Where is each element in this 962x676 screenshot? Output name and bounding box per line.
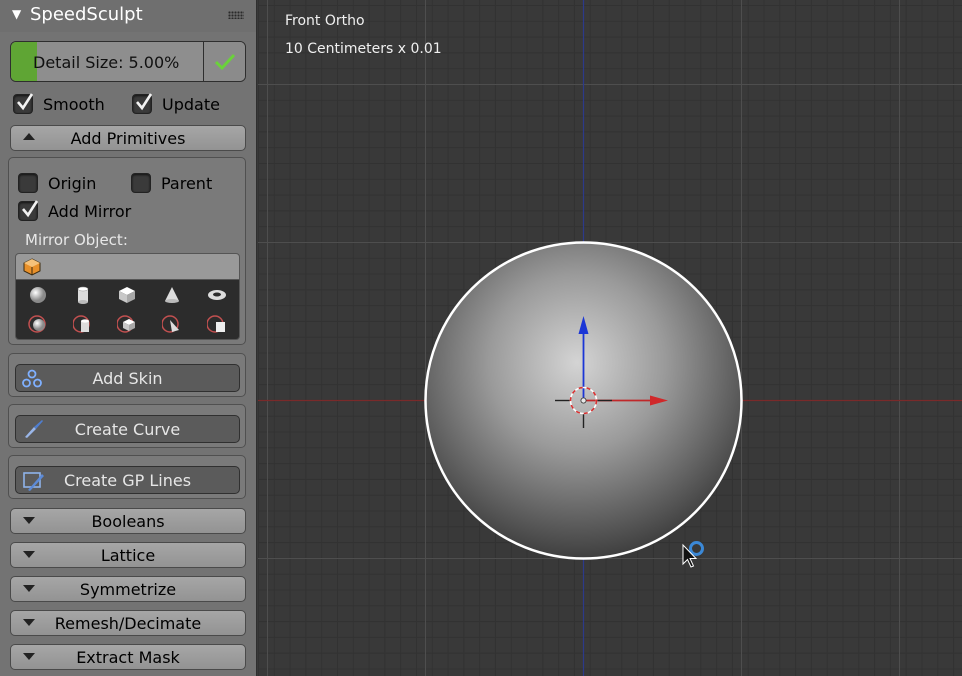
grid-scale-label: 10 Centimeters x 0.01 — [285, 41, 442, 57]
primitive-icon-grid — [15, 280, 240, 340]
section-booleans[interactable]: Booleans — [10, 508, 246, 534]
checkbox-box[interactable] — [13, 93, 34, 114]
confirm-detail-button[interactable] — [203, 42, 245, 81]
triangle-down-icon[interactable]: ▼ — [12, 7, 21, 21]
cube-icon[interactable] — [105, 280, 150, 310]
checkmark-icon — [214, 53, 236, 71]
section-label: Symmetrize — [79, 580, 177, 599]
add-skin-button[interactable]: Add Skin — [15, 364, 240, 392]
sphere-mirror-icon[interactable] — [16, 310, 61, 340]
section-label: Remesh/Decimate — [54, 614, 202, 633]
section-lattice[interactable]: Lattice — [10, 542, 246, 568]
checkbox-box[interactable] — [132, 93, 153, 114]
section-label: Lattice — [100, 546, 156, 565]
cone-icon[interactable] — [150, 280, 195, 310]
origin-label: Origin — [48, 173, 97, 193]
cube-object-icon — [23, 258, 41, 276]
create-gp-lines-button[interactable]: Create GP Lines — [15, 466, 240, 494]
sphere-icon[interactable] — [16, 280, 61, 310]
checkmark-icon — [136, 93, 153, 111]
smooth-label: Smooth — [43, 94, 105, 114]
update-label: Update — [162, 94, 220, 114]
cylinder-mirror-icon[interactable] — [61, 310, 106, 340]
section-remesh-decimate[interactable]: Remesh/Decimate — [10, 610, 246, 636]
checkbox-box[interactable] — [18, 173, 38, 193]
drag-grip-icon[interactable] — [228, 11, 244, 19]
smooth-checkbox[interactable]: Smooth — [13, 93, 105, 114]
cube-mirror-icon[interactable] — [105, 310, 150, 340]
cone-mirror-icon[interactable] — [150, 310, 195, 340]
view-name-label: Front Ortho — [285, 13, 365, 29]
3d-viewport[interactable]: Front Ortho 10 Centimeters x 0.01 — [258, 0, 962, 676]
checkmark-icon — [22, 200, 39, 218]
speedsculpt-panel: ▼ SpeedSculpt Detail Size: 5.00% Smooth … — [0, 0, 257, 676]
origin-checkbox[interactable]: Origin — [18, 173, 96, 193]
section-label: Extract Mask — [76, 648, 180, 667]
checkbox-box[interactable] — [18, 200, 39, 221]
mirror-object-field[interactable] — [15, 253, 240, 280]
cylinder-icon[interactable] — [61, 280, 106, 310]
panel-title: SpeedSculpt — [30, 4, 143, 25]
section-symmetrize[interactable]: Symmetrize — [10, 576, 246, 602]
detail-size-label: Detail Size: 5.00% — [33, 53, 180, 72]
parent-label: Parent — [161, 173, 213, 193]
add-mirror-checkbox[interactable]: Add Mirror — [18, 200, 132, 221]
panel-header[interactable]: ▼ SpeedSculpt — [0, 0, 256, 32]
viewport-canvas[interactable] — [258, 0, 962, 676]
add-primitives-label: Add Primitives — [70, 129, 186, 148]
plane-mirror-icon[interactable] — [194, 310, 239, 340]
torus-icon[interactable] — [194, 280, 239, 310]
add-mirror-label: Add Mirror — [48, 201, 132, 221]
create-curve-button[interactable]: Create Curve — [15, 415, 240, 443]
create-curve-label: Create Curve — [74, 420, 181, 439]
create-gp-lines-label: Create GP Lines — [63, 471, 192, 490]
parent-checkbox[interactable]: Parent — [131, 173, 212, 193]
detail-size-slider[interactable]: Detail Size: 5.00% — [10, 41, 246, 82]
checkbox-box[interactable] — [131, 173, 151, 193]
mirror-object-label: Mirror Object: — [25, 231, 128, 249]
checkmark-icon — [17, 93, 34, 111]
add-primitives-toggle[interactable]: Add Primitives — [10, 125, 246, 151]
update-checkbox[interactable]: Update — [132, 93, 220, 114]
section-extract-mask[interactable]: Extract Mask — [10, 644, 246, 670]
brush-cursor-ring — [689, 541, 704, 556]
add-skin-label: Add Skin — [92, 369, 163, 388]
section-label: Booleans — [91, 512, 165, 531]
